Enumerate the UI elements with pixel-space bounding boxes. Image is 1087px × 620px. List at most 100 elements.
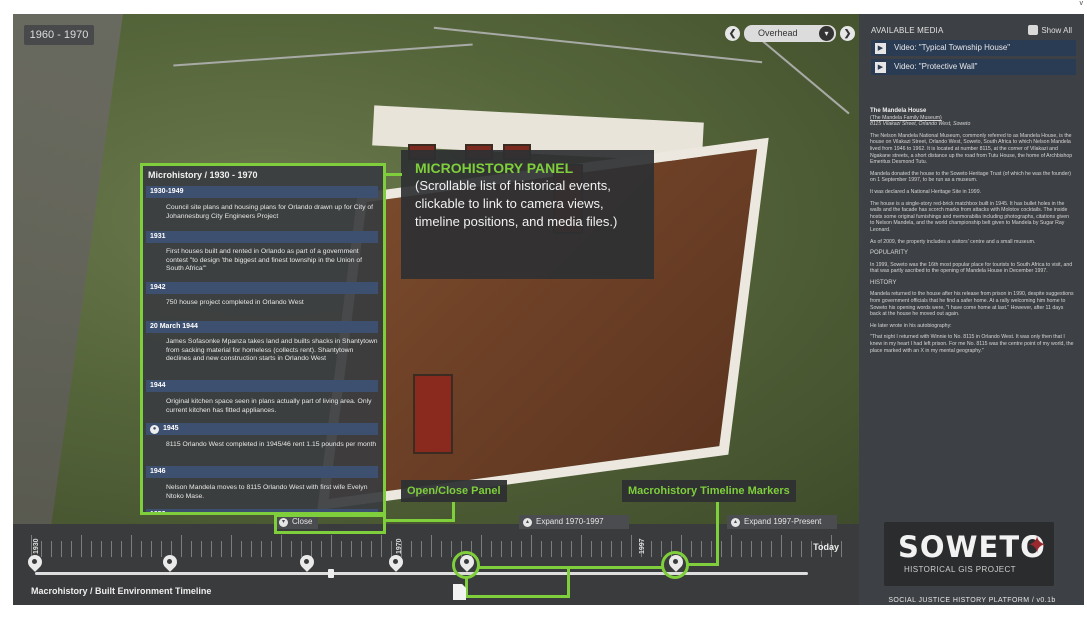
- connector-line: [452, 502, 455, 522]
- ruler-tick: [61, 541, 62, 557]
- event-year-label: 1930-1949: [150, 188, 184, 195]
- ruler-tick: [771, 541, 772, 557]
- event-year[interactable]: ● 1945: [146, 423, 378, 435]
- camera-view-dropdown[interactable]: Overhead ▾: [744, 25, 836, 42]
- ruler-tick: [121, 541, 122, 557]
- timeline-handle[interactable]: [328, 569, 334, 578]
- ruler-tick: [351, 541, 352, 557]
- event-year[interactable]: 1931: [146, 231, 378, 243]
- ruler-tick: [441, 541, 442, 557]
- ruler-tick: [251, 541, 252, 557]
- timeline-ruler[interactable]: [31, 529, 842, 557]
- event-year[interactable]: 1930-1949: [146, 186, 378, 198]
- event-year-label: 1952: [150, 511, 166, 515]
- event-text[interactable]: 750 house project completed in Orlando W…: [166, 299, 378, 308]
- ruler-tick: [341, 541, 342, 557]
- info-paragraph: The house is a single-story red-brick ma…: [870, 200, 1069, 233]
- ruler-tick: [571, 541, 572, 557]
- soweto-logo: SOWETO ✦ HISTORICAL GIS PROJECT: [884, 522, 1054, 586]
- ruler-tick: [731, 535, 732, 557]
- ruler-tick: [561, 541, 562, 557]
- popularity-heading: POPULARITY: [870, 250, 909, 257]
- microhistory-panel[interactable]: Microhistory / 1930 - 1970 1930-1949 Cou…: [140, 163, 386, 515]
- ruler-tick: [741, 541, 742, 557]
- callout-title: MICROHISTORY PANEL: [415, 160, 574, 176]
- chevron-up-icon: ▴: [523, 517, 532, 527]
- connector-line: [386, 173, 402, 176]
- timeline-track[interactable]: [35, 572, 808, 575]
- ruler-tick: [761, 541, 762, 557]
- ruler-tick: [181, 535, 182, 557]
- connector-line: [716, 502, 719, 566]
- play-icon: ▶: [875, 61, 886, 73]
- timeline-marker[interactable]: [297, 552, 317, 573]
- ruler-tick: [511, 541, 512, 557]
- event-text[interactable]: Original kitchen space seen in plans act…: [166, 398, 378, 415]
- timeline-marker[interactable]: [386, 552, 406, 573]
- ruler-tick: [361, 541, 362, 557]
- event-year[interactable]: 1942: [146, 282, 378, 294]
- ruler-tick: [271, 541, 272, 557]
- event-year-label: 20 March 1944: [150, 323, 198, 330]
- event-year[interactable]: 1944: [146, 380, 378, 392]
- place-address: 8115 Vilakazi Street, Orlando West, Sowe…: [870, 121, 971, 128]
- media-item[interactable]: ▶ Video: "Typical Township House": [871, 40, 1076, 56]
- expand-1970-1997-button[interactable]: ▴ Expand 1970-1997: [519, 515, 629, 529]
- logo-subtitle: HISTORICAL GIS PROJECT: [904, 565, 1016, 574]
- ruler-tick: [661, 541, 662, 557]
- ruler-tick: [651, 541, 652, 557]
- ruler-tick: [131, 535, 132, 557]
- info-paragraph: Mandela donated the house to the Soweto …: [870, 170, 1071, 184]
- timeline-marker[interactable]: [160, 552, 180, 573]
- chevron-down-icon[interactable]: ▾: [819, 26, 834, 41]
- event-text[interactable]: Council site plans and housing plans for…: [166, 204, 378, 221]
- ruler-tick: [711, 541, 712, 557]
- document-icon[interactable]: [453, 584, 466, 600]
- expand-1997-present-button[interactable]: ▴ Expand 1997-Present: [727, 515, 837, 529]
- place-info-text: The Mandela House (The Mandela Family Mu…: [870, 108, 1074, 359]
- ruler-tick: [481, 535, 482, 557]
- info-paragraph: It was declared a National Heritage Site…: [870, 188, 982, 195]
- event-text[interactable]: First houses built and rented in Orlando…: [166, 248, 378, 274]
- timeline-title: Macrohistory / Built Environment Timelin…: [31, 586, 212, 596]
- ruler-tick: [421, 541, 422, 557]
- next-camera-icon[interactable]: ❯: [840, 26, 855, 41]
- ruler-tick: [611, 541, 612, 557]
- event-text[interactable]: James Sofasonke Mpanza takes land and bu…: [166, 338, 378, 364]
- show-all-checkbox[interactable]: [1028, 25, 1039, 35]
- camera-view-value: Overhead: [758, 28, 798, 38]
- era-badge: 1960 - 1970: [24, 25, 94, 45]
- ruler-tick: [241, 541, 242, 557]
- prev-camera-icon[interactable]: ❮: [725, 26, 740, 41]
- close-panel-button[interactable]: ▾ Close: [275, 515, 319, 529]
- media-item[interactable]: ▶ Video: "Protective Wall": [871, 59, 1076, 75]
- open-close-callout: Open/Close Panel: [401, 480, 507, 502]
- logo-text: SOWETO: [898, 530, 1046, 564]
- event-year[interactable]: 20 March 1944: [146, 321, 378, 333]
- ruler-tick: [801, 541, 802, 557]
- macrohistory-timeline[interactable]: 1930 1970 1997 Today ▾ Close ▴ Expand 19…: [13, 515, 859, 605]
- ruler-tick: [231, 535, 232, 557]
- info-paragraph: As of 2009, the property includes a visi…: [870, 238, 1036, 245]
- expand-button-label: Expand 1997-Present: [744, 517, 822, 526]
- place-title: The Mandela House: [870, 108, 927, 114]
- connector-line: [686, 563, 719, 566]
- ruler-tick: [621, 541, 622, 557]
- ruler-tick: [581, 535, 582, 557]
- event-text[interactable]: Nelson Mandela moves to 8115 Orlando Wes…: [166, 484, 378, 501]
- place-subtitle-link[interactable]: (The Mandela Family Museum): [870, 115, 1074, 122]
- ruler-tick: [81, 535, 82, 557]
- ruler-tick: [91, 541, 92, 557]
- ruler-tick: [431, 535, 432, 557]
- event-year-label: 1946: [150, 468, 166, 475]
- callout-text: (Scrollable list of historical events, c…: [415, 178, 618, 229]
- connector-line: [274, 514, 386, 517]
- event-text[interactable]: 8115 Orlando West completed in 1945/46 r…: [166, 441, 378, 450]
- markers-callout: Macrohistory Timeline Markers: [622, 480, 796, 502]
- corner-mark: v: [1079, 0, 1084, 7]
- ruler-tick: [631, 535, 632, 557]
- ruler-tick: [31, 535, 32, 557]
- event-year[interactable]: 1946: [146, 466, 378, 478]
- show-all-toggle[interactable]: Show All: [1028, 25, 1072, 35]
- timeline-marker[interactable]: [25, 552, 45, 573]
